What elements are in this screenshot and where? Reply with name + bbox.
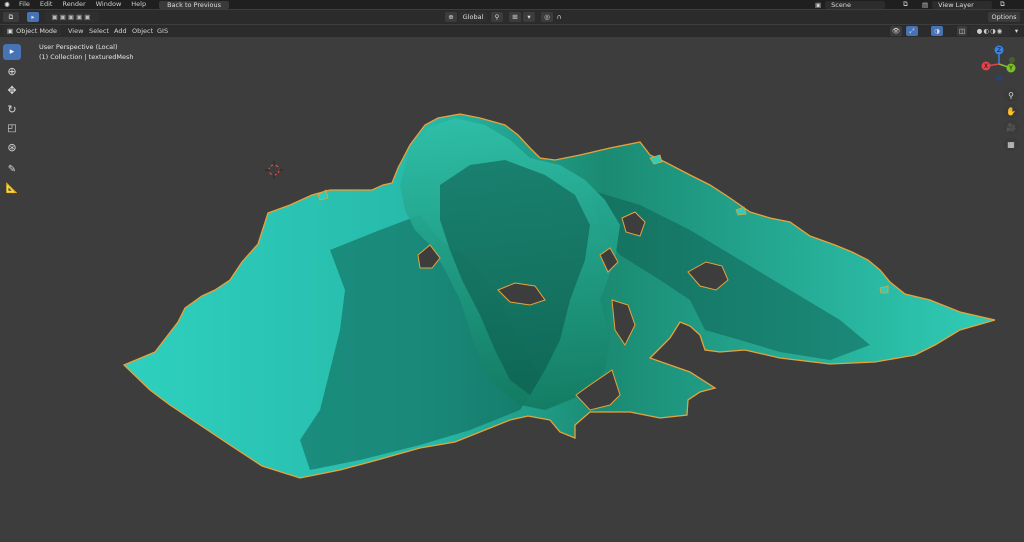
mesh-fragment-1 bbox=[317, 189, 329, 201]
gizmo-neg-z-axis[interactable] bbox=[996, 75, 1002, 81]
zoom-icon[interactable]: ⚲ bbox=[1004, 88, 1018, 102]
ortho-grid-icon[interactable]: ▦ bbox=[1004, 137, 1018, 151]
gizmo-x-label: X bbox=[984, 63, 988, 70]
navigation-gizmo[interactable]: Z X Y bbox=[979, 44, 1019, 84]
pan-hand-icon[interactable]: ✋ bbox=[1004, 104, 1018, 118]
gizmo-y-label: Y bbox=[1008, 65, 1013, 72]
gizmo-neg-y-axis[interactable] bbox=[1009, 57, 1015, 63]
textured-mesh[interactable] bbox=[0, 0, 1024, 542]
camera-icon[interactable]: 🎥 bbox=[1004, 120, 1018, 134]
gizmo-z-label: Z bbox=[997, 47, 1001, 54]
